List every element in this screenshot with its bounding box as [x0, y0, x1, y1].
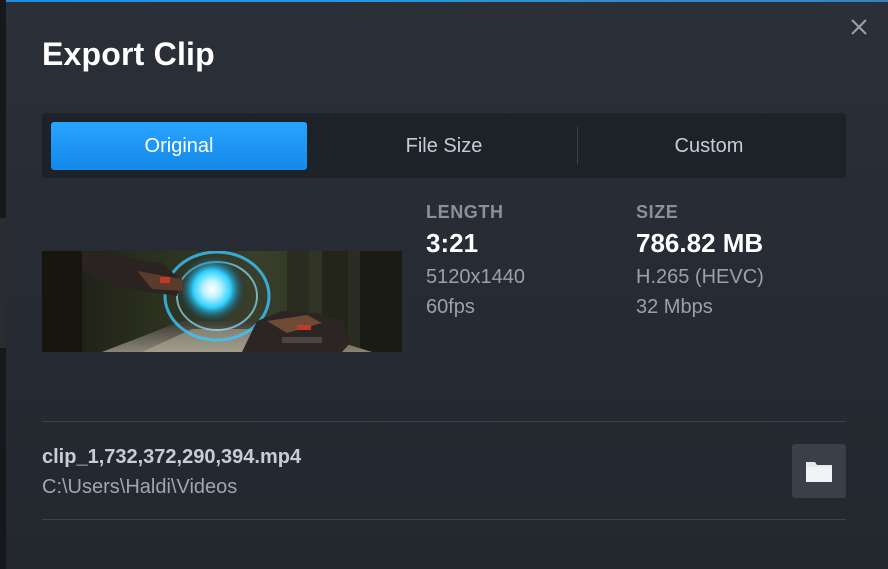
tab-divider: [577, 127, 578, 164]
dialog-top-accent: [6, 0, 888, 2]
resolution-value: 5120x1440: [426, 266, 525, 288]
tab-original[interactable]: Original: [51, 122, 307, 170]
dialog-title: Export Clip: [42, 36, 215, 72]
size-value: 786.82 MB: [636, 228, 764, 258]
folder-icon: [806, 462, 832, 482]
divider-top: [42, 421, 846, 422]
length-label: LENGTH: [426, 202, 504, 222]
export-clip-dialog: Export Clip Original File Size Custom LE…: [6, 0, 888, 569]
clip-thumbnail: [42, 251, 402, 352]
output-file-name: clip_1,732,372,290,394.mp4: [42, 446, 302, 468]
tab-custom[interactable]: Custom: [580, 122, 838, 170]
close-icon: [851, 19, 867, 35]
browse-folder-button[interactable]: [792, 444, 846, 498]
size-label: SIZE: [636, 202, 679, 222]
close-button[interactable]: [846, 14, 872, 40]
output-file-path: C:\Users\Haldi\Videos: [42, 476, 238, 498]
divider-bottom: [42, 519, 846, 520]
clip-thumbnail-image: [42, 251, 402, 352]
bitrate-value: 32 Mbps: [636, 296, 713, 318]
export-mode-tabs: Original File Size Custom: [42, 113, 846, 178]
codec-value: H.265 (HEVC): [636, 266, 764, 288]
length-value: 3:21: [426, 228, 479, 258]
framerate-value: 60fps: [426, 296, 475, 318]
tab-file-size[interactable]: File Size: [314, 122, 574, 170]
